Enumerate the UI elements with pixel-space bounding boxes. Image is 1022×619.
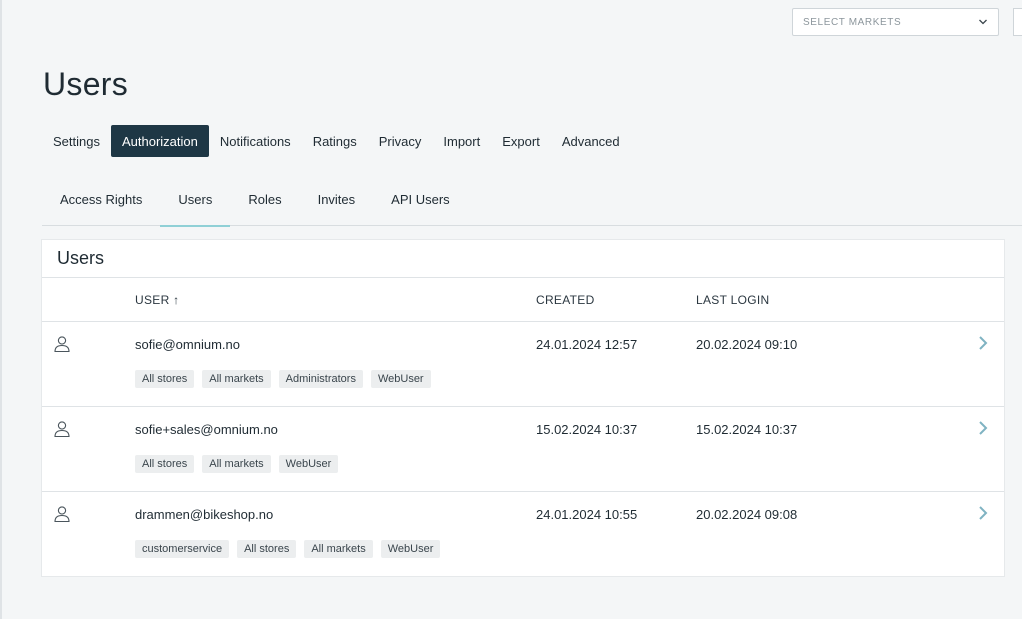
column-header-user[interactable]: USER ↑	[135, 293, 179, 307]
users-card: Users USER ↑ CREATED LAST LOGIN sofie@om…	[42, 240, 1004, 576]
main-tabs: Settings Authorization Notifications Rating…	[42, 125, 631, 157]
role-tags: All stores All markets Administrators WebUs…	[135, 370, 431, 388]
chevron-down-icon	[979, 19, 987, 25]
page-title: Users	[43, 66, 129, 102]
tab-authorization[interactable]: Authorization	[110, 125, 209, 157]
column-header-created[interactable]: CREATED	[536, 293, 595, 307]
market-select[interactable]: SELECT MARKETS	[792, 8, 999, 36]
user-email: drammen@bikeshop.no	[135, 507, 274, 522]
created-date: 24.01.2024 10:55	[536, 507, 638, 522]
secondary-select[interactable]	[1013, 8, 1022, 36]
table-row[interactable]: sofie@omnium.no 24.01.2024 12:57 20.02.202…	[42, 322, 1004, 407]
user-icon	[54, 336, 70, 353]
role-tag: WebUser	[278, 455, 339, 473]
subtab-access-rights[interactable]: Access Rights	[42, 172, 160, 226]
user-email: sofie@omnium.no	[135, 337, 240, 352]
tab-export[interactable]: Export	[491, 125, 551, 157]
role-tag: Administrators	[278, 370, 363, 388]
role-tag: All markets	[304, 540, 373, 558]
role-tags: All stores All markets WebUser	[135, 455, 339, 473]
sub-tabs: Access Rights Users Roles Invites API Users	[42, 172, 1022, 227]
role-tag: WebUser	[370, 370, 431, 388]
role-tag: All stores	[237, 540, 297, 558]
table-row[interactable]: drammen@bikeshop.no 24.01.2024 10:55 20.02…	[42, 492, 1004, 575]
user-icon	[54, 421, 70, 438]
chevron-right-icon[interactable]	[976, 504, 990, 522]
role-tag: All stores	[135, 455, 195, 473]
column-header-last-login[interactable]: LAST LOGIN	[696, 293, 769, 307]
role-tag: All markets	[202, 455, 271, 473]
last-login-date: 20.02.2024 09:08	[696, 507, 798, 522]
subtab-roles[interactable]: Roles	[230, 172, 299, 226]
role-tag: customerservice	[135, 540, 230, 558]
tab-settings[interactable]: Settings	[42, 125, 111, 157]
tab-advanced[interactable]: Advanced	[551, 125, 631, 157]
user-email: sofie+sales@omnium.no	[135, 422, 278, 437]
subtab-invites[interactable]: Invites	[300, 172, 374, 226]
table-header: USER ↑ CREATED LAST LOGIN	[42, 278, 1004, 322]
user-icon	[54, 506, 70, 523]
page-left-border	[0, 0, 2, 619]
role-tag: WebUser	[380, 540, 441, 558]
card-title: Users	[42, 240, 1004, 278]
role-tag: All stores	[135, 370, 195, 388]
last-login-date: 15.02.2024 10:37	[696, 422, 798, 437]
tab-notifications[interactable]: Notifications	[209, 125, 302, 157]
tab-privacy[interactable]: Privacy	[368, 125, 433, 157]
table-body: sofie@omnium.no 24.01.2024 12:57 20.02.202…	[42, 322, 1004, 575]
created-date: 24.01.2024 12:57	[536, 337, 638, 352]
table-row[interactable]: sofie+sales@omnium.no 15.02.2024 10:37 15.…	[42, 407, 1004, 492]
market-select-placeholder: SELECT MARKETS	[803, 16, 902, 28]
role-tags: customerservice All stores All markets WebU…	[135, 540, 441, 558]
last-login-date: 20.02.2024 09:10	[696, 337, 798, 352]
tab-import[interactable]: Import	[432, 125, 491, 157]
tab-ratings[interactable]: Ratings	[302, 125, 368, 157]
chevron-right-icon[interactable]	[976, 419, 990, 437]
subtab-users[interactable]: Users	[160, 172, 231, 227]
subtab-api-users[interactable]: API Users	[373, 172, 468, 226]
chevron-right-icon[interactable]	[976, 334, 990, 352]
created-date: 15.02.2024 10:37	[536, 422, 638, 437]
role-tag: All markets	[202, 370, 271, 388]
